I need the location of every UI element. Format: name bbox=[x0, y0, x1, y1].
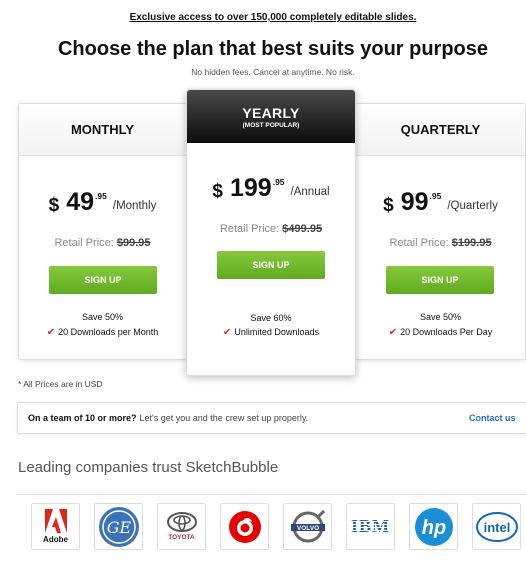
check-icon: ✔ bbox=[46, 327, 56, 338]
retail-price: Retail Price: $99.95 bbox=[19, 237, 186, 249]
intel-logo: intel bbox=[472, 503, 521, 550]
vodafone-mark-icon bbox=[228, 510, 261, 543]
hp-wordmark: hp bbox=[421, 517, 445, 539]
adobe-logo: Adobe bbox=[31, 503, 80, 550]
retail-label: Retail Price: bbox=[389, 237, 449, 249]
company-logos-strip: Adobe GE TOYOTA VOLVO IBM hp intel bbox=[17, 494, 526, 561]
price-cents: .95 bbox=[272, 177, 285, 187]
price-amount: 99 bbox=[400, 188, 429, 216]
plan-savings: Save 60% bbox=[250, 313, 292, 323]
signup-button-monthly[interactable]: SIGN UP bbox=[49, 266, 157, 294]
price-currency: $ bbox=[48, 195, 60, 216]
price-period: /Quarterly bbox=[447, 200, 498, 212]
plan-price: $ 99 .95 /Quarterly bbox=[356, 188, 525, 217]
top-promo-link[interactable]: Exclusive access to over 150,000 complet… bbox=[0, 12, 526, 23]
signup-button-yearly[interactable]: SIGN UP bbox=[217, 251, 325, 279]
check-icon: ✔ bbox=[388, 327, 398, 338]
volvo-logo: VOLVO bbox=[283, 503, 332, 550]
retail-value: $499.95 bbox=[282, 223, 323, 235]
plan-title: QUARTERLY bbox=[356, 104, 525, 156]
plan-savings: Save 50% bbox=[419, 312, 462, 322]
plan-title: YEARLY bbox=[242, 104, 300, 121]
plan-feature: ✔ 20 Downloads Per Day bbox=[356, 327, 525, 338]
ge-wordmark: GE bbox=[106, 518, 131, 537]
hp-mark-icon: hp bbox=[414, 507, 453, 546]
most-popular-badge: (MOST POPULAR) bbox=[242, 121, 300, 129]
toyota-logo: TOYOTA bbox=[157, 503, 206, 550]
team-question: On a team of 10 or more? bbox=[28, 413, 137, 423]
check-icon: ✔ bbox=[223, 327, 232, 338]
feature-label: Unlimited Downloads bbox=[234, 327, 319, 337]
retail-label: Retail Price: bbox=[219, 223, 280, 235]
plan-savings: Save 50% bbox=[81, 312, 124, 322]
team-signup-bar: On a team of 10 or more? Let's get you a… bbox=[17, 402, 526, 434]
page-subtitle: No hidden fees. Cancel at anytime. No ri… bbox=[191, 67, 355, 77]
plan-title: MONTHLY bbox=[19, 104, 186, 156]
page-title: Choose the plan that best suits your pur… bbox=[57, 38, 489, 60]
retail-value: $99.95 bbox=[116, 237, 151, 249]
team-text: Let's get you and the crew set up proper… bbox=[139, 413, 309, 423]
contact-us-link[interactable]: Contact us bbox=[469, 413, 516, 423]
ge-mark-icon: GE bbox=[98, 506, 139, 547]
feature-label: 20 Downloads per Month bbox=[58, 327, 159, 337]
adobe-mark-icon bbox=[44, 509, 67, 533]
retail-price: Retail Price: $199.95 bbox=[356, 237, 525, 249]
price-footnote: * All Prices are in USD bbox=[18, 379, 103, 389]
retail-value: $199.95 bbox=[451, 237, 492, 249]
ibm-wordmark: IBM bbox=[351, 516, 390, 536]
signup-button-quarterly[interactable]: SIGN UP bbox=[386, 266, 494, 294]
plan-feature: ✔ Unlimited Downloads bbox=[187, 327, 355, 338]
plan-feature: ✔ 20 Downloads per Month bbox=[19, 327, 186, 338]
vodafone-logo bbox=[220, 503, 269, 550]
price-amount: 49 bbox=[66, 188, 95, 216]
plan-card-quarterly: QUARTERLY $ 99 .95 /Quarterly Retail Pri… bbox=[355, 103, 526, 360]
plan-price: $ 49 .95 /Monthly bbox=[19, 188, 186, 217]
toyota-wordmark: TOYOTA bbox=[168, 534, 195, 541]
price-currency: $ bbox=[383, 195, 394, 216]
hp-logo: hp bbox=[409, 503, 458, 550]
plan-card-monthly: MONTHLY $ 49 .95 /Monthly Retail Price: … bbox=[18, 103, 187, 360]
price-amount: 199 bbox=[230, 174, 272, 202]
price-cents: .95 bbox=[95, 191, 107, 201]
plan-header-yearly: YEARLY (MOST POPULAR) bbox=[187, 90, 355, 143]
feature-label: 20 Downloads Per Day bbox=[400, 327, 493, 337]
ibm-logo: IBM bbox=[346, 503, 395, 550]
intel-wordmark: intel bbox=[483, 520, 510, 535]
price-cents: .95 bbox=[429, 191, 442, 201]
trust-heading: Leading companies trust SketchBubble bbox=[18, 459, 279, 476]
price-currency: $ bbox=[212, 181, 223, 202]
retail-label: Retail Price: bbox=[54, 237, 114, 249]
price-period: /Annual bbox=[290, 186, 330, 198]
volvo-mark-icon: VOLVO bbox=[290, 509, 325, 542]
intel-mark-icon: intel bbox=[475, 511, 518, 542]
plan-card-yearly: YEARLY (MOST POPULAR) $ 199 .95 /Annual … bbox=[186, 89, 356, 376]
adobe-wordmark: Adobe bbox=[43, 535, 68, 544]
plan-price: $ 199 .95 /Annual bbox=[187, 174, 355, 203]
retail-price: Retail Price: $499.95 bbox=[187, 223, 355, 235]
toyota-mark-icon bbox=[166, 512, 197, 532]
ge-logo: GE bbox=[94, 503, 143, 550]
volvo-wordmark: VOLVO bbox=[296, 525, 318, 532]
price-period: /Monthly bbox=[112, 200, 157, 212]
